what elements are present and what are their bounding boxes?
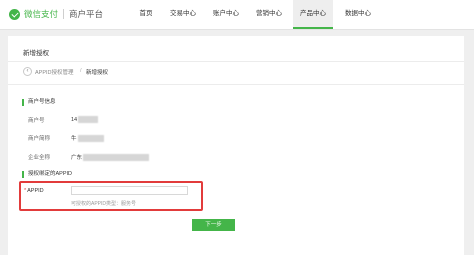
page-title: 新增授权 — [23, 50, 49, 57]
next-step-button[interactable]: 下一步 — [192, 219, 235, 231]
breadcrumb-parent[interactable]: APPID授权管理 — [35, 68, 74, 76]
breadcrumb-separator: / — [80, 68, 82, 74]
merchant-shortname-value: 牛 — [71, 134, 104, 142]
appid-label-text: APPID — [27, 188, 44, 194]
appid-input[interactable] — [71, 186, 188, 195]
nav-data[interactable]: 数据中心 — [341, 0, 375, 29]
company-name-label: 企业全称 — [28, 155, 51, 161]
merchant-shortname-text: 牛 — [71, 136, 77, 142]
redaction-mask — [83, 153, 150, 161]
company-name-value: 广东 — [71, 153, 150, 161]
merchant-info-heading: 商户号信息 — [22, 99, 56, 106]
nav-product[interactable]: 产品中心 — [293, 0, 333, 29]
required-mark: * — [24, 188, 27, 194]
brand-name: 微信支付 — [24, 9, 59, 19]
appid-hint: 可授权的APPID类型：服务号 — [71, 201, 137, 207]
appid-section-heading: 授权绑定的APPID — [22, 171, 72, 178]
redaction-mask — [77, 134, 104, 142]
top-bar: 微信支付 商户平台 首页 交易中心 账户中心 营销中心 产品中心 数据中心 — [0, 0, 474, 30]
brand-divider — [63, 9, 65, 19]
merchant-id-value: 14 — [71, 116, 99, 123]
nav-marketing[interactable]: 营销中心 — [252, 0, 286, 29]
brand-subtitle: 商户平台 — [69, 9, 104, 19]
breadcrumb-divider — [8, 84, 464, 85]
merchant-shortname-label: 商户简称 — [28, 136, 51, 142]
merchant-id-label: 商户号 — [28, 118, 45, 124]
breadcrumb-current: 新增授权 — [86, 70, 109, 76]
nav-account[interactable]: 账户中心 — [209, 0, 243, 29]
wechat-pay-icon — [9, 8, 20, 20]
brand-logo[interactable]: 微信支付 商户平台 — [9, 8, 103, 20]
nav-trade[interactable]: 交易中心 — [166, 0, 200, 29]
nav-home[interactable]: 首页 — [133, 0, 159, 29]
title-divider — [8, 61, 464, 62]
content-card: 新增授权 ‹ APPID授权管理 / 新增授权 商户号信息 商户号 14 商户简… — [8, 36, 464, 255]
merchant-id-text: 14 — [71, 116, 78, 123]
redaction-mask — [78, 116, 99, 123]
back-icon[interactable]: ‹ — [23, 67, 32, 76]
company-name-text: 广东 — [71, 155, 83, 161]
appid-label: *APPID — [24, 188, 44, 194]
